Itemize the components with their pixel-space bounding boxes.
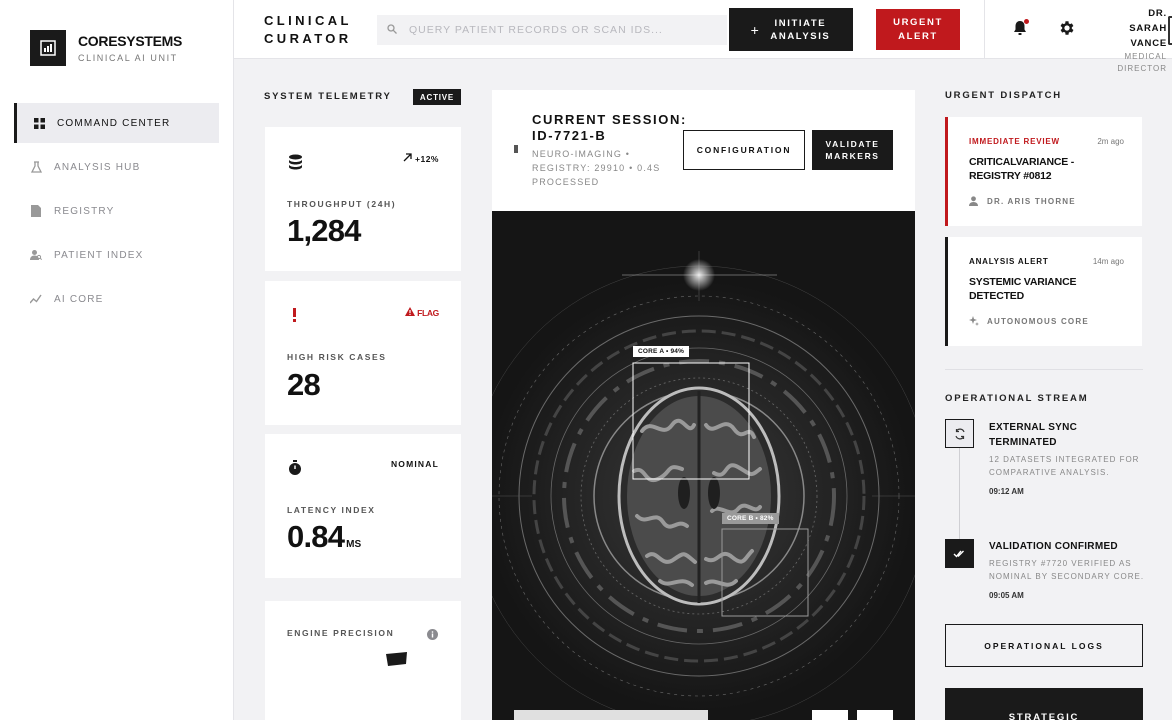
session-meta: NEURO-IMAGING • REGISTRY: 29910 • 0.4S P… xyxy=(532,149,661,187)
alert-author: DR. ARIS THORNE xyxy=(969,196,1076,206)
database-icon xyxy=(288,154,303,175)
latency-card: NOMINAL LATENCY INDEX 0.84 MS xyxy=(265,434,461,578)
top-bar: CLINICAL CURATOR + INITIATE ANALYSIS URG… xyxy=(234,0,1172,73)
sidebar-item-patient-index[interactable]: PATIENT INDEX xyxy=(14,235,219,275)
stream-event-time: 09:12 AM xyxy=(989,487,1024,496)
validate-markers-button[interactable]: VALIDATE MARKERS xyxy=(812,130,893,170)
alert-title: CRITICALVARIANCE - REGISTRY #0812 xyxy=(969,156,1075,182)
session-panel: CURRENT SESSION: ID-7721-B NEURO-IMAGING… xyxy=(492,90,915,211)
status-badge: ACTIVE xyxy=(413,89,461,105)
trend-icon xyxy=(30,293,42,305)
sidebar-nav: COMMAND CENTER ANALYSIS HUB REGISTRY PAT… xyxy=(14,103,219,323)
grid-icon xyxy=(33,117,45,129)
trend-badge: +12% xyxy=(403,153,439,164)
bell-icon[interactable] xyxy=(1011,19,1031,39)
sidebar-item-label: ANALYSIS HUB xyxy=(54,161,141,173)
precision-gauge-mark xyxy=(386,652,408,671)
search-icon xyxy=(387,21,397,39)
divider xyxy=(945,369,1143,370)
user-icon xyxy=(969,196,979,206)
timeline-line xyxy=(959,447,960,547)
bar-chart-logo-icon xyxy=(30,30,66,66)
engine-precision-card: ENGINE PRECISION xyxy=(265,601,461,720)
stream-heading: OPERATIONAL STREAM xyxy=(945,393,1089,404)
alert-kind: ANALYSIS ALERT xyxy=(969,257,1049,266)
exclamation-icon xyxy=(292,308,297,327)
sync-icon xyxy=(945,419,974,448)
double-check-icon xyxy=(945,539,974,568)
alert-card-analysis[interactable]: ANALYSIS ALERT 14m ago SYSTEMIC VARIANCE… xyxy=(945,237,1142,346)
configuration-button[interactable]: CONFIGURATION xyxy=(683,130,805,170)
sidebar-item-registry[interactable]: REGISTRY xyxy=(14,191,219,231)
stream-event-title: VALIDATION CONFIRMED xyxy=(989,541,1118,552)
session-marker xyxy=(514,145,518,153)
session-title: CURRENT SESSION: ID-7721-B xyxy=(532,112,687,143)
stream-event-title: EXTERNAL SYNC TERMINATED xyxy=(989,422,1078,448)
stream-event-desc: REGISTRY #7720 VERIFIED AS NOMINAL BY SE… xyxy=(989,559,1145,581)
warning-icon xyxy=(405,307,416,318)
gear-icon[interactable] xyxy=(1058,19,1078,39)
plus-icon: + xyxy=(750,21,761,38)
high-risk-card: FLAG HIGH RISK CASES 28 xyxy=(265,281,461,425)
stream-event-time: 09:05 AM xyxy=(989,591,1024,600)
brand-subtitle: CLINICAL AI UNIT xyxy=(78,53,178,63)
app-title: CLINICAL CURATOR xyxy=(264,13,352,46)
zoom-in-button[interactable] xyxy=(857,710,893,720)
alert-author: AUTONOMOUS CORE xyxy=(969,316,1089,326)
sidebar: CORESYSTEMS CLINICAL AI UNIT COMMAND CEN… xyxy=(0,0,234,720)
alert-time: 14m ago xyxy=(1092,257,1124,266)
alert-kind: IMMEDIATE REVIEW xyxy=(969,137,1060,146)
search-input[interactable] xyxy=(409,24,709,36)
dispatch-heading: URGENT DISPATCH xyxy=(945,90,1062,101)
alert-card-immediate[interactable]: IMMEDIATE REVIEW 2m ago CRITICALVARIANCE… xyxy=(945,117,1142,226)
alert-title: SYSTEMIC VARIANCE DETECTED xyxy=(969,276,1077,302)
divider xyxy=(984,0,985,59)
sidebar-item-label: REGISTRY xyxy=(54,205,115,217)
card-label: THROUGHPUT (24H) xyxy=(287,199,397,209)
card-value: 0.84 MS xyxy=(287,519,362,554)
flag-badge: FLAG xyxy=(405,307,439,318)
card-value: 1,284 xyxy=(287,213,361,248)
brand-name: CORESYSTEMS xyxy=(78,33,183,49)
alert-time: 2m ago xyxy=(1097,137,1124,146)
avatar[interactable] xyxy=(1168,16,1172,45)
marker-label-core-a: CORE A • 94% xyxy=(633,346,690,357)
telemetry-heading: SYSTEM TELEMETRY xyxy=(264,91,392,102)
card-label: LATENCY INDEX xyxy=(287,505,376,515)
operational-logs-button[interactable]: OPERATIONAL LOGS xyxy=(945,624,1143,667)
nominal-badge: NOMINAL xyxy=(390,459,439,469)
urgent-alert-button[interactable]: URGENT ALERT xyxy=(876,9,960,50)
person-search-icon xyxy=(30,249,42,261)
sparkle-icon xyxy=(969,316,979,326)
strategic-panel[interactable]: STRATEGIC xyxy=(945,688,1143,720)
throughput-card: +12% THROUGHPUT (24H) 1,284 xyxy=(265,127,461,271)
sidebar-item-command-center[interactable]: COMMAND CENTER xyxy=(14,103,219,143)
card-label: HIGH RISK CASES xyxy=(287,352,387,362)
user-profile[interactable]: DR. SARAH VANCE MEDICAL DIRECTOR xyxy=(1089,6,1167,75)
sidebar-item-ai-core[interactable]: AI CORE xyxy=(14,279,219,319)
stopwatch-icon xyxy=(288,460,302,481)
stream-event-desc: 12 DATASETS INTEGRATED FOR COMPARATIVE A… xyxy=(989,455,1140,477)
brain-scan-image xyxy=(492,211,915,720)
brain-scan-viewer[interactable]: CORE A • 94% CORE B • 82% xyxy=(492,211,915,720)
sidebar-item-label: PATIENT INDEX xyxy=(54,249,144,261)
card-value: 28 xyxy=(287,367,321,402)
scan-progress-bar[interactable] xyxy=(514,710,708,720)
zoom-out-button[interactable] xyxy=(812,710,848,720)
sidebar-item-analysis-hub[interactable]: ANALYSIS HUB xyxy=(14,147,219,187)
marker-label-core-b: CORE B • 82% xyxy=(722,513,779,524)
sidebar-item-label: COMMAND CENTER xyxy=(57,117,171,129)
brand: CORESYSTEMS CLINICAL AI UNIT xyxy=(30,30,182,66)
card-label: ENGINE PRECISION xyxy=(287,628,395,638)
search-bar[interactable] xyxy=(377,15,727,45)
initiate-analysis-button[interactable]: + INITIATE ANALYSIS xyxy=(729,8,853,51)
sidebar-item-label: AI CORE xyxy=(54,293,104,305)
flask-icon xyxy=(30,161,42,173)
notification-dot xyxy=(1024,19,1029,24)
document-icon xyxy=(30,205,42,217)
info-icon[interactable] xyxy=(427,627,438,645)
arrow-up-right-icon xyxy=(403,153,412,164)
